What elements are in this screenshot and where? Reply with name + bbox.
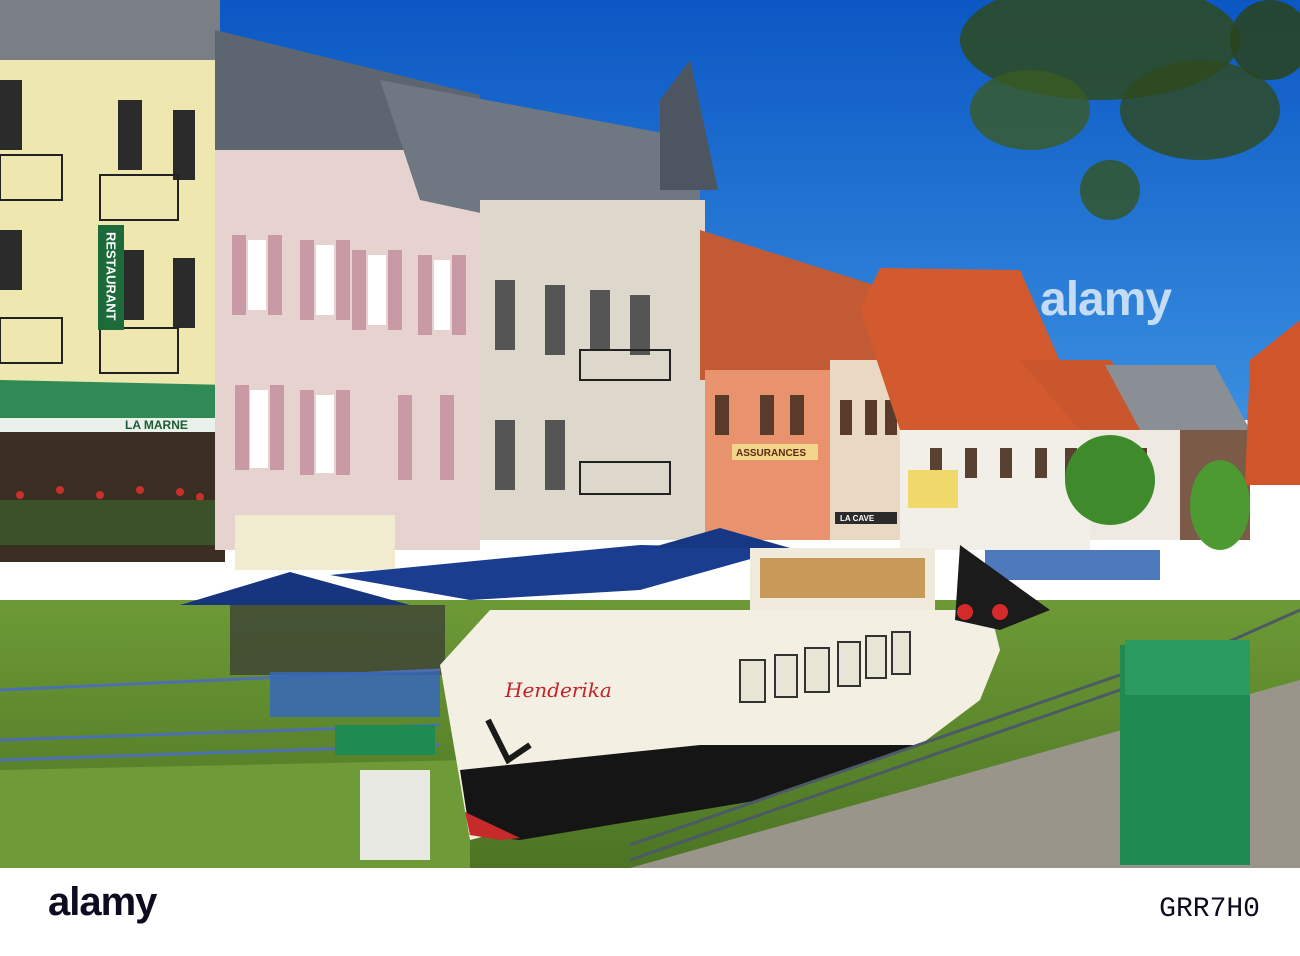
insurance-sign: ASSURANCES [736, 448, 806, 459]
awning-text: LA MARNE [125, 418, 188, 432]
tree [1065, 435, 1155, 525]
yellow-signpost [908, 470, 958, 508]
boat-name: Henderika [504, 678, 612, 702]
photo-scene: RESTAURANT LA MARNE ASSURANCES LA CAVE H… [0, 0, 1300, 868]
footer-bar: alamy GRR7H0 [0, 868, 1300, 956]
brand-logo: alamy [48, 880, 157, 924]
green-sign [335, 725, 435, 755]
watermark: alamy [1040, 273, 1172, 326]
shop-sign: LA CAVE [840, 514, 875, 523]
tree [1190, 460, 1250, 550]
stock-id: GRR7H0 [1159, 894, 1260, 925]
restaurant-sign: RESTAURANT [104, 232, 119, 321]
